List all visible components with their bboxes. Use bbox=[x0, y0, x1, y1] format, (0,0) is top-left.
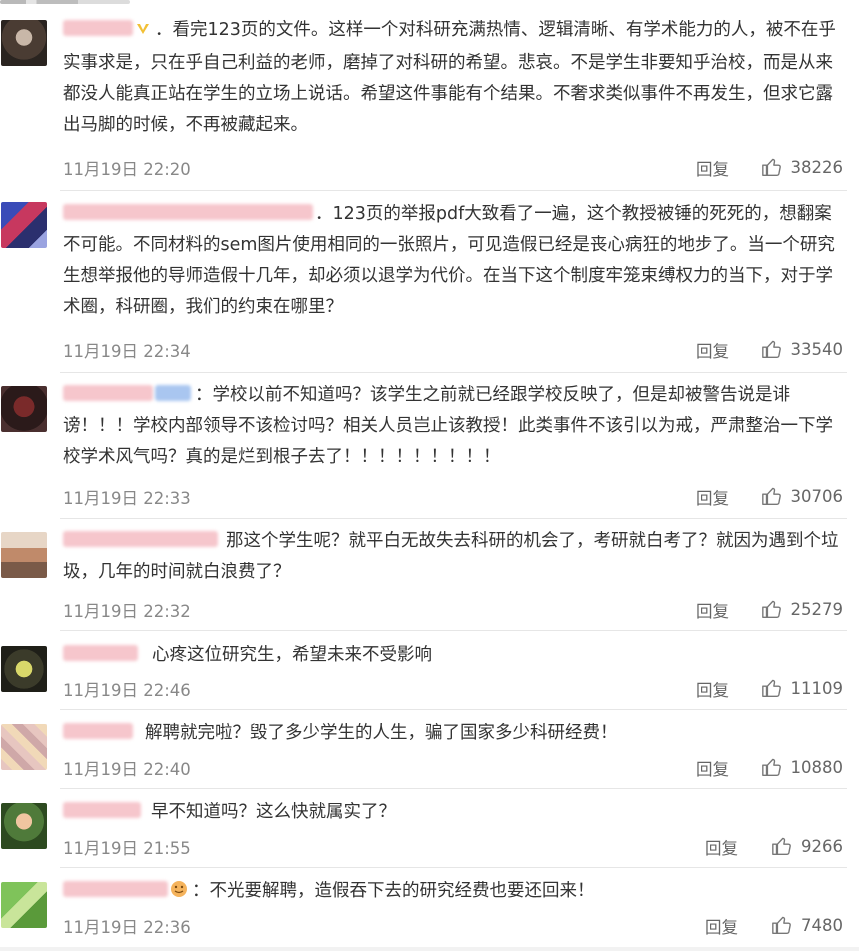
thumbs-up-icon bbox=[761, 679, 781, 697]
reply-button[interactable]: 回复 bbox=[705, 914, 738, 938]
thumbs-up-icon bbox=[761, 158, 781, 176]
comment-text: ．123页的举报pdf大致看了一遍，这个教授被锤的死死的，想翻案不可能。不同材料… bbox=[63, 204, 835, 317]
divider bbox=[60, 788, 847, 789]
like-button[interactable]: 33540 bbox=[761, 338, 844, 360]
username[interactable] bbox=[63, 531, 218, 547]
comment-text: ．看完123页的文件。这样一个对科研充满热情、逻辑清晰、有学术能力的人，被不在乎… bbox=[63, 20, 836, 135]
reply-button[interactable]: 回复 bbox=[705, 835, 738, 859]
username[interactable] bbox=[63, 20, 133, 36]
avatar[interactable] bbox=[1, 202, 47, 248]
comment-time: 11月19日 22:40 bbox=[63, 760, 191, 779]
avatar[interactable] bbox=[1, 803, 47, 849]
comment-time: 11月19日 22:32 bbox=[63, 602, 191, 621]
like-count: 10880 bbox=[790, 757, 844, 777]
like-button[interactable]: 10880 bbox=[761, 756, 844, 778]
member-badge bbox=[155, 385, 191, 401]
divider bbox=[60, 630, 847, 631]
reply-button[interactable]: 回复 bbox=[696, 338, 729, 362]
reply-button[interactable]: 回复 bbox=[696, 598, 729, 622]
like-count: 7480 bbox=[801, 915, 843, 935]
divider bbox=[60, 372, 847, 373]
like-button[interactable]: 9266 bbox=[771, 835, 843, 857]
comment-time: 11月19日 22:36 bbox=[63, 918, 191, 937]
like-count: 9266 bbox=[801, 836, 843, 856]
like-button[interactable]: 25279 bbox=[761, 598, 844, 620]
reply-button[interactable]: 回复 bbox=[696, 677, 729, 701]
username[interactable] bbox=[63, 645, 138, 661]
reply-button[interactable]: 回复 bbox=[696, 756, 729, 780]
divider bbox=[60, 867, 847, 868]
divider bbox=[60, 190, 847, 191]
avatar[interactable] bbox=[1, 882, 47, 928]
comment-time: 11月19日 21:55 bbox=[63, 839, 191, 858]
previous-comment-fragment bbox=[0, 0, 200, 8]
divider bbox=[60, 518, 847, 519]
like-button[interactable]: 38226 bbox=[761, 156, 844, 178]
thumbs-up-icon bbox=[761, 340, 781, 358]
like-count: 33540 bbox=[790, 339, 844, 359]
like-button[interactable]: 11109 bbox=[761, 677, 844, 699]
username[interactable] bbox=[63, 881, 168, 897]
like-button[interactable]: 30706 bbox=[761, 485, 844, 507]
comment-text: 解聘就完啦？毁了多少学生的人生，骗了国家多少科研经费！ bbox=[145, 723, 618, 743]
like-count: 30706 bbox=[790, 486, 844, 506]
comment-text: 心疼这位研究生，希望未来不受影响 bbox=[152, 645, 432, 665]
comment-time: 11月19日 22:34 bbox=[63, 342, 191, 361]
like-button[interactable]: 7480 bbox=[771, 914, 843, 936]
emoji-icon bbox=[170, 878, 188, 909]
vip-badge-icon bbox=[135, 17, 151, 48]
avatar[interactable] bbox=[1, 646, 47, 692]
thumbs-up-icon bbox=[761, 758, 781, 776]
divider bbox=[60, 709, 847, 710]
avatar[interactable] bbox=[1, 532, 47, 578]
avatar[interactable] bbox=[1, 386, 47, 432]
comment-text: ：不光要解聘，造假吞下去的研究经费也要还回来！ bbox=[192, 881, 595, 901]
reply-button[interactable]: 回复 bbox=[696, 156, 729, 180]
thumbs-up-icon bbox=[772, 837, 791, 855]
thumbs-up-icon bbox=[772, 916, 791, 934]
thumbs-up-icon bbox=[761, 487, 781, 505]
like-count: 11109 bbox=[790, 678, 844, 698]
comment-time: 11月19日 22:46 bbox=[63, 681, 191, 700]
username[interactable] bbox=[63, 204, 313, 220]
comment-text: 早不知道吗？这么快就属实了？ bbox=[151, 802, 396, 822]
like-count: 38226 bbox=[790, 157, 844, 177]
username[interactable] bbox=[63, 802, 141, 818]
comment-time: 11月19日 22:33 bbox=[63, 489, 191, 508]
thumbs-up-icon bbox=[761, 600, 781, 618]
avatar[interactable] bbox=[1, 20, 47, 66]
avatar[interactable] bbox=[1, 724, 47, 770]
comment-time: 11月19日 22:20 bbox=[63, 160, 191, 179]
username[interactable] bbox=[63, 723, 133, 739]
bottom-edge bbox=[0, 947, 859, 951]
like-count: 25279 bbox=[790, 599, 844, 619]
username[interactable] bbox=[63, 385, 153, 401]
reply-button[interactable]: 回复 bbox=[696, 485, 729, 509]
